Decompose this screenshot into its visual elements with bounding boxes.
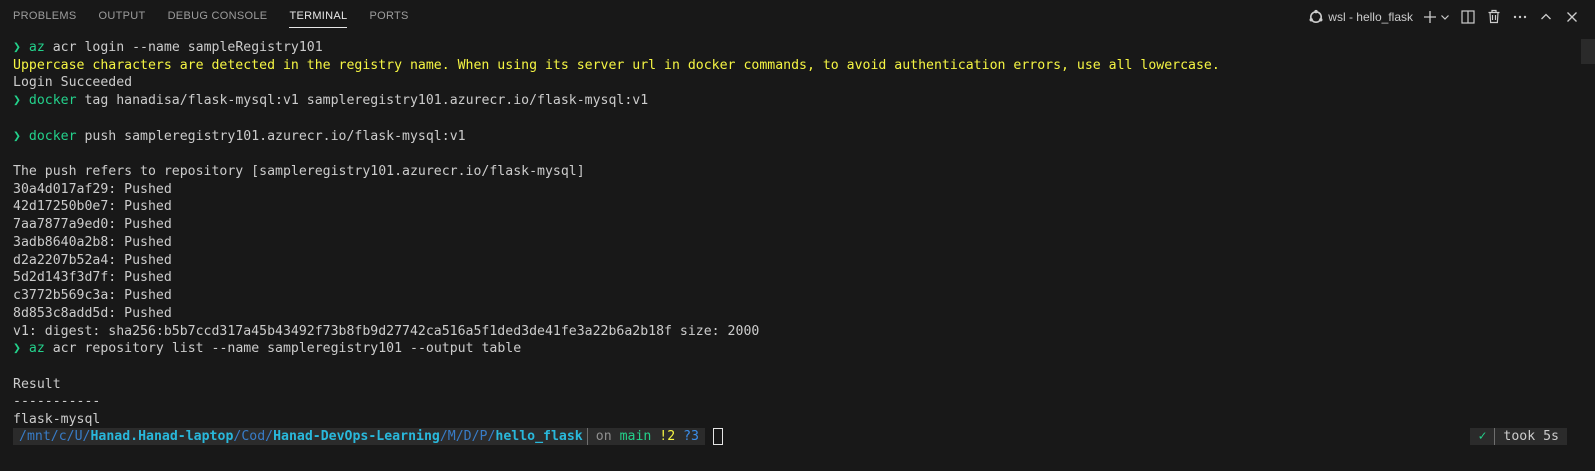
terminal-line: c3772b569c3a: Pushed	[13, 287, 1220, 305]
terminal-line: 30a4d017af29: Pushed	[13, 181, 1220, 199]
more-actions-button[interactable]	[1511, 8, 1529, 26]
output-text: flask-mysql	[13, 412, 101, 428]
tab-output[interactable]: OUTPUT	[99, 0, 146, 33]
terminal-line: 8d853c8add5d: Pushed	[13, 305, 1220, 323]
output-text: Result	[13, 376, 61, 392]
terminal-line: 7aa7877a9ed0: Pushed	[13, 216, 1220, 234]
terminal-line: Uppercase characters are detected in the…	[13, 57, 1220, 75]
git-untracked-count: ?3	[675, 429, 699, 444]
output-text: 42d17250b0e7: Pushed	[13, 199, 172, 215]
terminal-output[interactable]: ❯ az acr login --name sampleRegistry101 U…	[13, 39, 1220, 429]
path-part: /M/D/P/	[439, 429, 496, 444]
terminal-line: The push refers to repository [samplereg…	[13, 163, 1220, 181]
tab-debug-console[interactable]: DEBUG CONSOLE	[168, 0, 268, 33]
prompt-git-status: on main !2 ?3	[587, 428, 705, 445]
prompt-path: /mnt/c/U/Hanad.Hanad-laptop/Cod/Hanad-De…	[13, 428, 587, 445]
git-branch: main	[619, 429, 652, 444]
output-text: d2a2207b52a4: Pushed	[13, 252, 172, 268]
panel-actions: wsl - hello_flask	[1308, 0, 1581, 33]
chevron-down-icon	[1440, 12, 1450, 22]
new-terminal-button[interactable]	[1421, 8, 1439, 26]
prompt-symbol: ❯	[13, 341, 29, 357]
terminal-line: ❯ az acr repository list --name samplere…	[13, 340, 1220, 358]
linux-icon	[1308, 9, 1324, 25]
path-part: /Cod/	[233, 429, 274, 444]
close-icon	[1566, 11, 1578, 23]
success-check-icon: ✓	[1478, 429, 1487, 444]
terminal-line: 42d17250b0e7: Pushed	[13, 198, 1220, 216]
maximize-panel-button[interactable]	[1537, 8, 1555, 26]
command-name: docker	[28, 128, 77, 144]
output-text: 8d853c8add5d: Pushed	[13, 305, 172, 321]
output-text: c3772b569c3a: Pushed	[13, 288, 172, 304]
terminal-prompt: /mnt/c/U/Hanad.Hanad-laptop/Cod/Hanad-De…	[13, 428, 723, 445]
split-terminal-button[interactable]	[1459, 8, 1477, 26]
terminal-line: Result	[13, 376, 1220, 394]
output-text: 30a4d017af29: Pushed	[13, 181, 172, 197]
output-text: Login Succeeded	[13, 75, 133, 91]
close-panel-button[interactable]	[1563, 8, 1581, 26]
terminal-line: Login Succeeded	[13, 74, 1220, 92]
terminal-line: -----------	[13, 393, 1220, 411]
tab-problems[interactable]: PROBLEMS	[13, 0, 77, 33]
path-part: Hanad.Hanad-laptop	[90, 429, 234, 444]
terminal-dropdown-button[interactable]	[1439, 8, 1451, 26]
panel-tabs: PROBLEMS OUTPUT DEBUG CONSOLE TERMINAL P…	[13, 0, 431, 33]
output-text: v1: digest: sha256:b5b7ccd317a45b43492f7…	[13, 323, 760, 339]
output-text: 7aa7877a9ed0: Pushed	[13, 217, 172, 233]
git-modified-count: !2	[651, 429, 676, 444]
terminal-profile-label: wsl - hello_flask	[1328, 9, 1413, 24]
prompt-right-status: ✓ took 5s	[1470, 428, 1567, 445]
command-name: az	[28, 40, 45, 55]
command-name: docker	[28, 93, 77, 109]
command-args: acr repository list --name sampleregistr…	[44, 341, 522, 357]
terminal-line: flask-mysql	[13, 411, 1220, 429]
terminal-line: 5d2d143f3d7f: Pushed	[13, 269, 1220, 287]
terminal-line: v1: digest: sha256:b5b7ccd317a45b43492f7…	[13, 323, 1220, 341]
path-part: Hanad-DevOps-Learning	[273, 429, 440, 444]
tab-ports[interactable]: PORTS	[369, 0, 408, 33]
terminal-line: ❯ az acr login --name sampleRegistry101	[13, 39, 1220, 57]
command-args: push sampleregistry101.azurecr.io/flask-…	[76, 128, 466, 144]
prompt-symbol: ❯	[13, 93, 29, 109]
terminal-scrollbar[interactable]	[1581, 39, 1595, 471]
scrollbar-thumb[interactable]	[1581, 39, 1595, 64]
output-text: 3adb8640a2b8: Pushed	[13, 234, 172, 250]
split-icon	[1461, 9, 1475, 24]
plus-icon	[1423, 10, 1437, 24]
prompt-symbol: ❯	[13, 40, 29, 55]
warning-text: Uppercase characters are detected in the…	[13, 57, 1220, 73]
trash-icon	[1487, 9, 1501, 24]
command-duration: took 5s	[1503, 429, 1559, 444]
path-part: /mnt/c/U/	[19, 429, 91, 444]
terminal-profile-button[interactable]: wsl - hello_flask	[1308, 9, 1413, 25]
output-text: 5d2d143f3d7f: Pushed	[13, 270, 172, 286]
tab-terminal[interactable]: TERMINAL	[289, 0, 348, 33]
command-args: tag hanadisa/flask-mysql:v1 sampleregist…	[76, 93, 649, 109]
terminal-line: d2a2207b52a4: Pushed	[13, 252, 1220, 270]
command-name: az	[28, 341, 45, 357]
terminal-line: ❯ docker push sampleregistry101.azurecr.…	[13, 128, 1220, 146]
output-text: -----------	[13, 394, 101, 410]
command-args: acr login --name sampleRegistry101	[44, 40, 323, 55]
chevron-up-icon	[1540, 11, 1552, 23]
path-part: hello_flask	[495, 429, 583, 444]
terminal-line: ❯ docker tag hanadisa/flask-mysql:v1 sam…	[13, 92, 1220, 110]
more-icon	[1513, 15, 1527, 19]
prompt-symbol: ❯	[13, 128, 29, 144]
git-on-label: on	[595, 429, 620, 444]
panel-header: PROBLEMS OUTPUT DEBUG CONSOLE TERMINAL P…	[0, 0, 1595, 33]
output-text: The push refers to repository [samplereg…	[13, 164, 585, 180]
kill-terminal-button[interactable]	[1485, 8, 1503, 26]
terminal-line: 3adb8640a2b8: Pushed	[13, 234, 1220, 252]
terminal-cursor[interactable]	[713, 428, 723, 445]
